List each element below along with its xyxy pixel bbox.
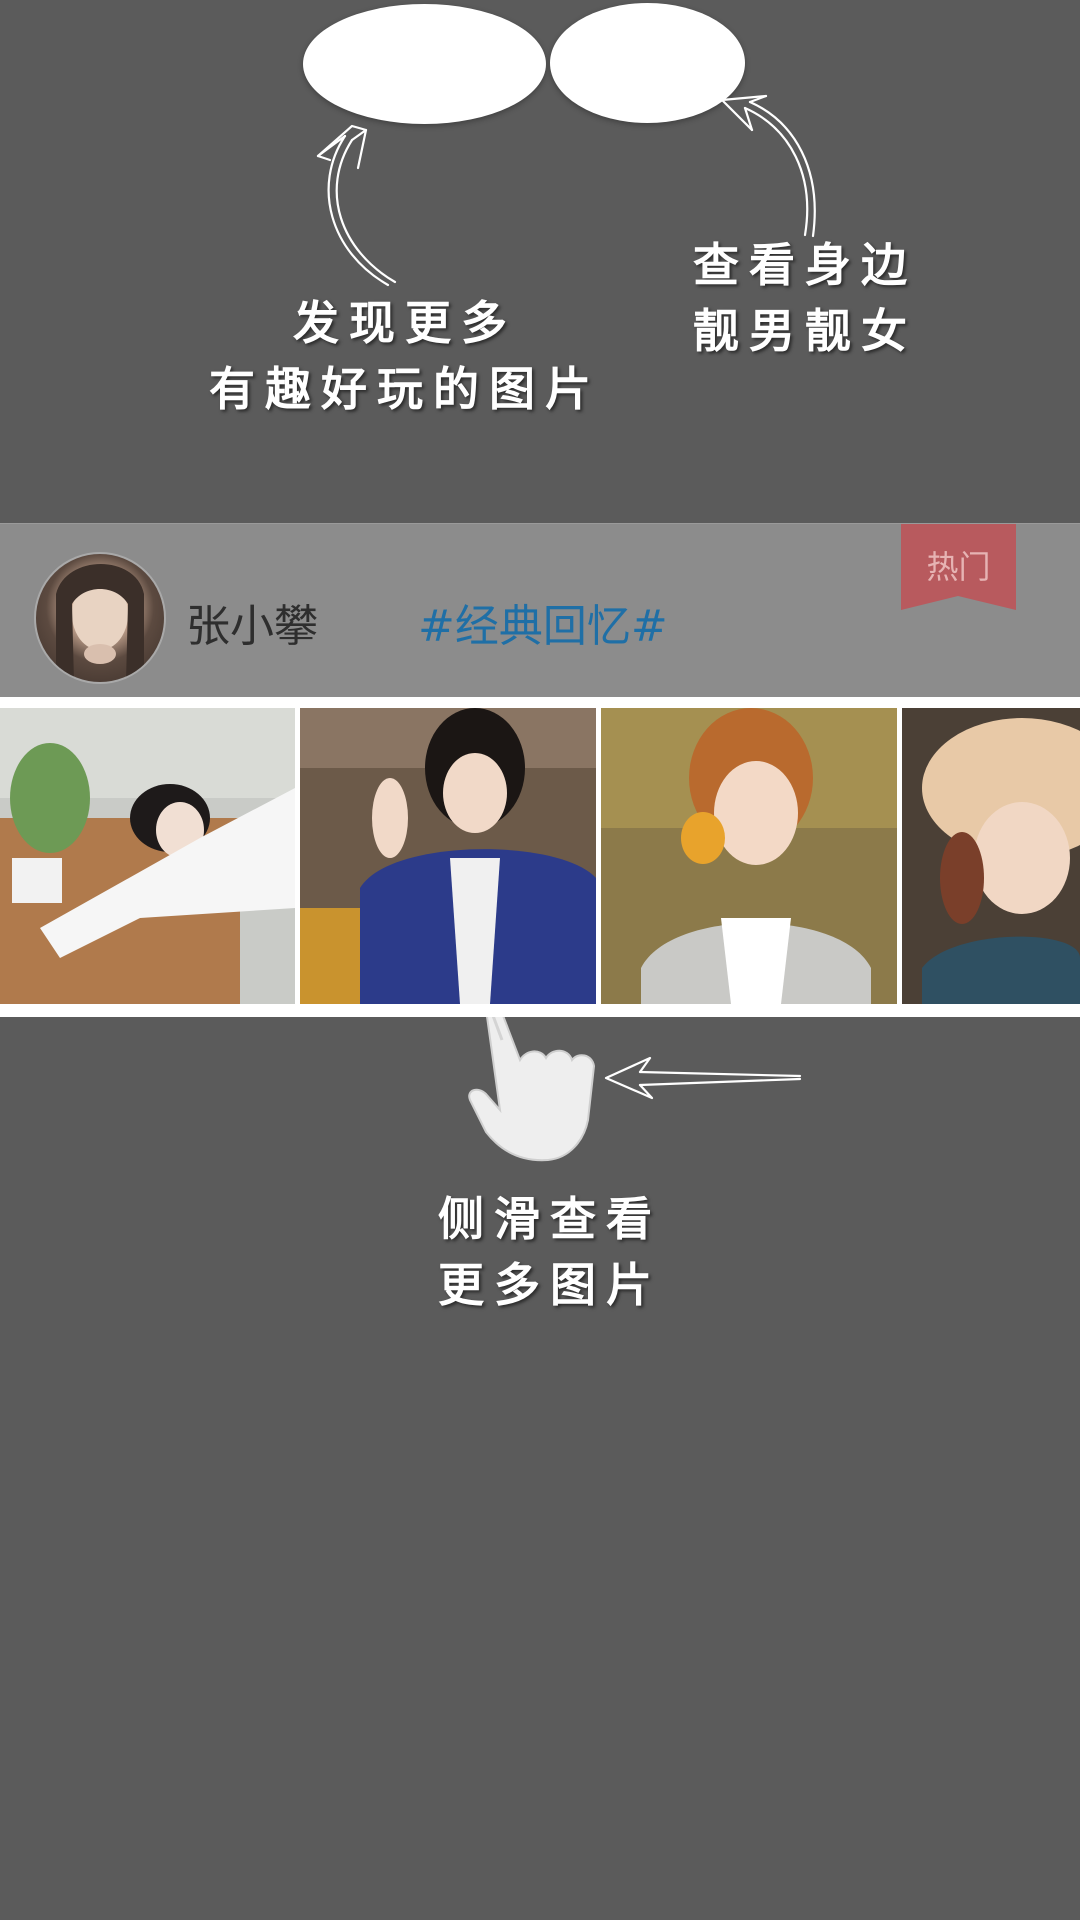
discover-hint: 发现更多 有趣好玩的图片 bbox=[190, 290, 620, 422]
swipe-hint: 侧滑查看 更多图片 bbox=[430, 1186, 670, 1318]
topic-tag[interactable]: #经典回忆# bbox=[418, 590, 668, 654]
nearby-hint-line-1: 查看身边 bbox=[693, 238, 917, 292]
hot-badge: 热门 bbox=[901, 524, 1016, 612]
swipe-hint-line-1: 侧滑查看 bbox=[438, 1192, 662, 1246]
nearby-arrow-icon bbox=[720, 94, 816, 238]
hot-badge-label: 热门 bbox=[926, 548, 991, 586]
nearby-hint-line-2: 靓男靓女 bbox=[693, 304, 917, 358]
swipe-hint-line-2: 更多图片 bbox=[438, 1258, 662, 1312]
photo-item[interactable] bbox=[601, 708, 897, 1004]
username[interactable]: 张小攀 bbox=[186, 590, 318, 654]
discover-hint-line-2: 有趣好玩的图片 bbox=[209, 362, 601, 416]
photo-item[interactable] bbox=[300, 708, 596, 1004]
avatar[interactable] bbox=[34, 552, 166, 684]
post-header: 张小攀 #经典回忆# 热门 bbox=[0, 523, 1080, 699]
photo-item[interactable] bbox=[0, 708, 295, 1004]
discover-hint-line-1: 发现更多 bbox=[293, 296, 517, 350]
discover-arrow-icon bbox=[316, 124, 397, 287]
nearby-hint: 查看身边 靓男靓女 bbox=[690, 232, 920, 364]
swipe-left-arrow-icon bbox=[604, 1056, 802, 1100]
avatar-image bbox=[56, 564, 144, 682]
photo-strip[interactable] bbox=[0, 697, 1080, 1017]
photo-item[interactable] bbox=[902, 708, 1080, 1004]
